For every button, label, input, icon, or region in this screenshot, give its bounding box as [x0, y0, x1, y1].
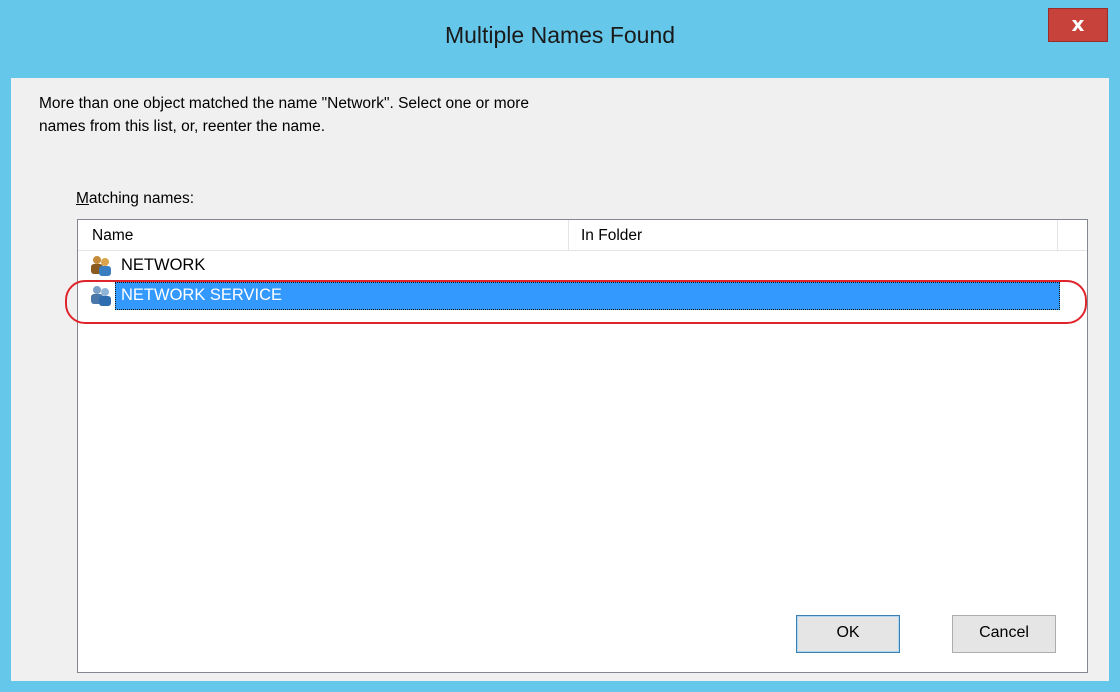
matching-names-label: Matching names: [76, 190, 194, 208]
dialog-body: More than one object matched the name "N… [11, 78, 1109, 681]
column-divider[interactable] [1057, 220, 1058, 250]
list-item-network[interactable]: NETWORK [88, 250, 1060, 280]
list-item-label: NETWORK [121, 256, 206, 274]
annotation-highlight-circle [65, 280, 1087, 324]
column-header-in-folder[interactable]: In Folder [581, 227, 642, 245]
cancel-button[interactable]: Cancel [952, 615, 1056, 653]
message-text: More than one object matched the name "N… [39, 92, 759, 138]
dialog-window: Multiple Names Found x More than one obj… [0, 0, 1120, 692]
group-icon [91, 256, 111, 276]
ok-button[interactable]: OK [796, 615, 900, 653]
close-button[interactable]: x [1048, 8, 1108, 42]
list-header: Name In Folder [78, 220, 1087, 251]
column-divider[interactable] [568, 220, 569, 250]
message-line-1: More than one object matched the name "N… [39, 95, 530, 112]
title-bar[interactable]: Multiple Names Found x [0, 0, 1120, 80]
matching-names-accesskey: M [76, 190, 89, 207]
matching-names-label-text: atching names: [88, 190, 195, 207]
column-header-name[interactable]: Name [92, 227, 133, 245]
message-line-2: names from this list, or, reenter the na… [39, 118, 326, 135]
dialog-title: Multiple Names Found [444, 22, 676, 48]
